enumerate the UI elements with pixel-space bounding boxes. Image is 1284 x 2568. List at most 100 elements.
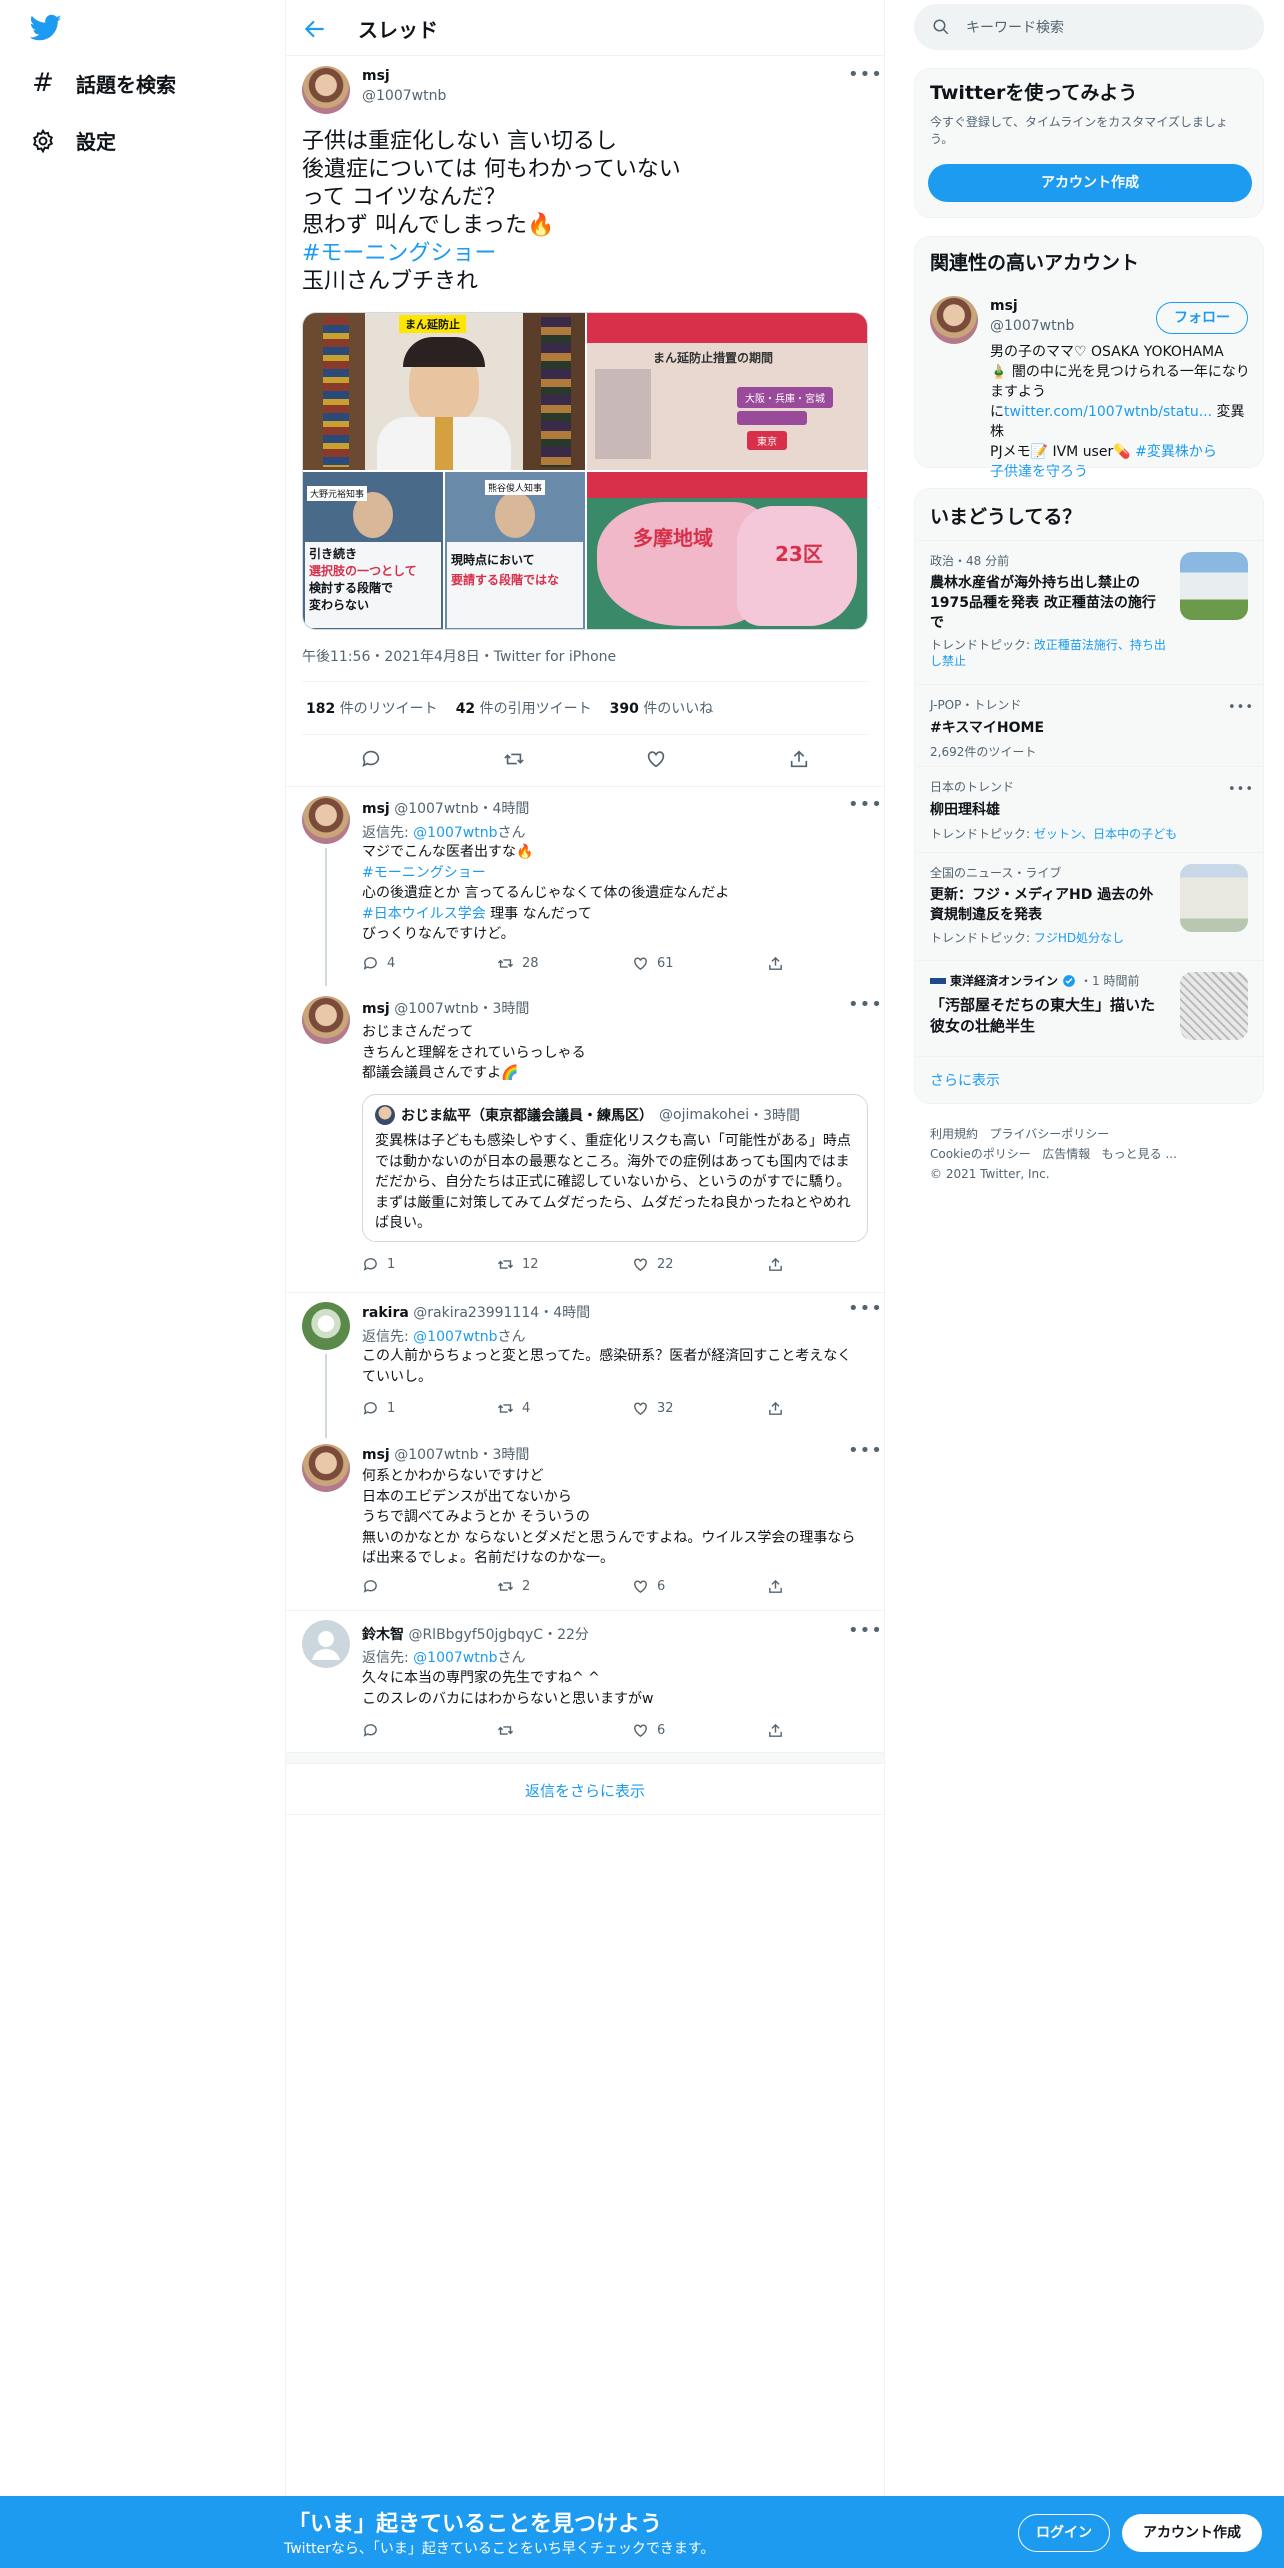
share-button[interactable]: [767, 1578, 784, 1595]
reply-button[interactable]: 4: [362, 955, 497, 972]
share-button[interactable]: [767, 1400, 784, 1417]
avatar[interactable]: [302, 1444, 350, 1492]
back-arrow-icon[interactable]: [302, 16, 328, 42]
more-options-icon[interactable]: •••: [848, 1620, 883, 1641]
reply-icon[interactable]: [360, 748, 382, 770]
tweet-time[interactable]: ・22分: [543, 1627, 589, 1643]
login-button[interactable]: ログイン: [1018, 2514, 1110, 2552]
author-handle[interactable]: @1007wtnb: [394, 1447, 478, 1463]
author-handle[interactable]: @rakira23991114: [413, 1305, 539, 1321]
retweet-icon[interactable]: [503, 748, 525, 770]
media-image-map[interactable]: 多摩地域 23区: [587, 472, 867, 629]
author-handle[interactable]: @1007wtnb: [394, 801, 478, 817]
footer-link[interactable]: もっと見る ...: [1102, 1147, 1177, 1161]
avatar[interactable]: [302, 796, 350, 844]
avatar[interactable]: [930, 296, 978, 344]
author-handle[interactable]: @1007wtnb: [362, 88, 446, 104]
author-name[interactable]: 鈴木智: [362, 1627, 404, 1643]
more-options-icon[interactable]: •••: [848, 64, 883, 85]
trend-item[interactable]: J-POP・トレンド #キスマイHOME 2,692件のツイート: [930, 696, 1268, 760]
quotes-stat[interactable]: 42 件の引用ツイート: [456, 698, 592, 718]
tweet-media-grid[interactable]: まん延防止 まん延防止措置の期間 大阪・兵庫・宮城 東京 大野元裕知事 引き続き…: [302, 312, 868, 630]
media-image-graphic[interactable]: まん延防止措置の期間 大阪・兵庫・宮城 東京: [587, 313, 867, 470]
reply-button[interactable]: 1: [362, 1256, 497, 1273]
default-avatar-icon[interactable]: [302, 1620, 350, 1668]
reply-button[interactable]: [362, 1578, 497, 1595]
footer-link[interactable]: プライバシーポリシー: [989, 1127, 1109, 1141]
tweet-time[interactable]: ・4時間: [479, 801, 530, 817]
author-handle[interactable]: @RlBbgyf50jgbqyC: [408, 1627, 543, 1643]
like-button[interactable]: 6: [632, 1578, 767, 1595]
like-button[interactable]: 61: [632, 955, 767, 972]
author-name[interactable]: msj: [362, 1447, 390, 1463]
trend-item[interactable]: 日本のトレンド 柳田理科雄 トレンドトピック: ゼットン、日本中の子ども: [930, 778, 1268, 842]
signup-button[interactable]: アカウント作成: [928, 164, 1252, 202]
search-input[interactable]: キーワード検索: [966, 17, 1064, 37]
media-image-governor-1[interactable]: 大野元裕知事 引き続き 選択肢の一つとして 検討する段階で 変わらない: [303, 472, 443, 629]
author-name[interactable]: msj: [362, 801, 390, 817]
media-image-doctor[interactable]: まん延防止: [303, 313, 585, 470]
more-options-icon[interactable]: •••: [848, 1440, 883, 1461]
more-options-icon[interactable]: •••: [848, 1298, 883, 1319]
trend-thumbnail[interactable]: [1180, 864, 1248, 932]
like-button[interactable]: 22: [632, 1256, 767, 1273]
share-button[interactable]: [767, 1256, 784, 1273]
retweet-button[interactable]: 4: [497, 1400, 632, 1417]
signup-button[interactable]: アカウント作成: [1122, 2514, 1262, 2552]
related-name[interactable]: msj: [990, 298, 1018, 314]
search-box[interactable]: キーワード検索: [914, 4, 1264, 50]
share-button[interactable]: [767, 955, 784, 972]
footer-link[interactable]: Cookieのポリシー: [930, 1147, 1031, 1161]
hashtag-link[interactable]: #モーニングショー: [362, 863, 729, 884]
avatar[interactable]: [302, 1302, 350, 1350]
author-name[interactable]: rakira: [362, 1305, 409, 1321]
trend-thumbnail[interactable]: [1180, 972, 1248, 1040]
hashtag-link[interactable]: #モーニングショー: [302, 240, 681, 268]
nav-settings[interactable]: 設定: [30, 126, 116, 155]
likes-stat[interactable]: 390 件のいいね: [610, 698, 714, 718]
more-options-icon[interactable]: •••: [848, 994, 883, 1015]
twitter-logo-icon[interactable]: [30, 14, 62, 42]
like-button[interactable]: 6: [632, 1722, 767, 1739]
follow-button[interactable]: フォロー: [1156, 302, 1248, 334]
tweet-time[interactable]: ・4時間: [539, 1305, 590, 1321]
related-handle[interactable]: @1007wtnb: [990, 318, 1074, 334]
bio-hashtag-link[interactable]: #変異株から: [1135, 444, 1217, 460]
avatar[interactable]: [302, 66, 350, 114]
tweet-time[interactable]: ・3時間: [479, 1447, 530, 1463]
retweets-stat[interactable]: 182 件のリツイート: [306, 698, 438, 718]
footer-link[interactable]: 広告情報: [1042, 1147, 1090, 1161]
bio-link[interactable]: twitter.com/1007wtnb/statu...: [1004, 404, 1212, 420]
trend-thumbnail[interactable]: [1180, 552, 1248, 620]
share-button[interactable]: [767, 1722, 784, 1739]
reply-button[interactable]: [362, 1722, 497, 1739]
show-more-replies-button[interactable]: 返信をさらに表示: [286, 1780, 884, 1801]
avatar[interactable]: [302, 996, 350, 1044]
footer-link[interactable]: 利用規約: [930, 1127, 978, 1141]
retweet-button[interactable]: [497, 1722, 632, 1739]
quoted-tweet[interactable]: おじま紘平（東京都議会議員・練馬区） @ojimakohei ・3時間 変異株は子…: [362, 1094, 868, 1242]
trend-topic-link[interactable]: フジHD処分なし: [1034, 931, 1124, 945]
tweet-timestamp[interactable]: 午後11:56・2021年4月8日・Twitter for iPhone: [302, 646, 616, 666]
retweet-button[interactable]: 12: [497, 1256, 632, 1273]
mention-link[interactable]: @1007wtnb: [413, 825, 497, 841]
hashtag-link[interactable]: #日本ウイルス学会: [362, 906, 486, 922]
like-icon[interactable]: [645, 748, 667, 770]
reply-button[interactable]: 1: [362, 1400, 497, 1417]
media-image-governor-2[interactable]: 熊谷俊人知事 現時点において 要請する段階ではな: [445, 472, 585, 629]
author-name[interactable]: msj: [362, 1001, 390, 1017]
bio-hashtag-link[interactable]: 子供達を守ろう: [990, 462, 1252, 482]
mention-link[interactable]: @1007wtnb: [413, 1329, 497, 1345]
like-button[interactable]: 32: [632, 1400, 767, 1417]
share-icon[interactable]: [788, 748, 810, 770]
more-options-icon[interactable]: •••: [848, 794, 883, 815]
retweet-button[interactable]: 2: [497, 1578, 632, 1595]
more-options-icon[interactable]: •••: [1228, 700, 1254, 715]
more-options-icon[interactable]: •••: [1228, 782, 1254, 797]
trends-show-more-link[interactable]: さらに表示: [930, 1070, 1000, 1090]
mention-link[interactable]: @1007wtnb: [413, 1650, 497, 1666]
nav-explore[interactable]: # 話題を検索: [30, 68, 176, 98]
author-name[interactable]: msj: [362, 68, 390, 84]
author-handle[interactable]: @1007wtnb: [394, 1001, 478, 1017]
trend-topic-link[interactable]: ゼットン、日本中の子ども: [1034, 827, 1177, 841]
